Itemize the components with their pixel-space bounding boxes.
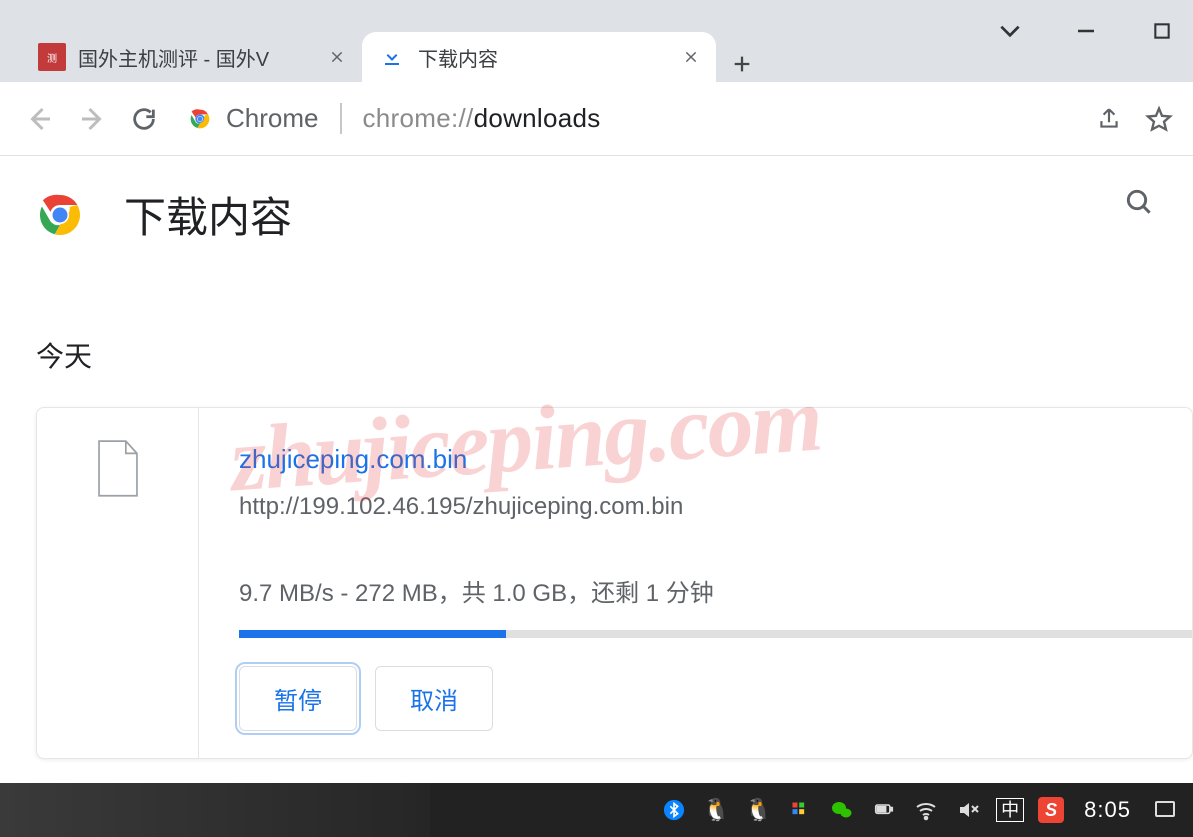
close-icon[interactable] bbox=[326, 46, 348, 68]
chip-label: Chrome bbox=[226, 103, 318, 134]
share-icon[interactable] bbox=[1095, 105, 1123, 133]
cancel-button[interactable]: 取消 bbox=[375, 666, 493, 731]
date-group-label: 今天 bbox=[36, 335, 1193, 375]
reload-button[interactable] bbox=[124, 99, 164, 139]
wifi-icon[interactable] bbox=[912, 796, 940, 824]
sogou-ime-icon[interactable]: S bbox=[1038, 797, 1064, 823]
back-button[interactable] bbox=[20, 99, 60, 139]
window-controls bbox=[997, 18, 1175, 44]
system-tray: 🐧 🐧 中 S 8:05 bbox=[660, 796, 1179, 824]
volume-mute-icon[interactable] bbox=[954, 796, 982, 824]
ime-indicator[interactable]: 中 bbox=[996, 798, 1024, 822]
qq-icon[interactable]: 🐧 bbox=[744, 796, 772, 824]
address-bar[interactable]: Chrome chrome://downloads bbox=[186, 103, 1069, 134]
qq-icon[interactable]: 🐧 bbox=[702, 796, 730, 824]
downloads-page: zhujiceping.com 下载内容 今天 zhujiceping.com.… bbox=[0, 156, 1193, 783]
download-source-url: http://199.102.46.195/zhujiceping.com.bi… bbox=[239, 493, 1192, 521]
close-icon[interactable] bbox=[680, 46, 702, 68]
taskbar-left-area bbox=[0, 783, 430, 837]
download-actions: 暂停 取消 bbox=[239, 666, 1192, 731]
new-tab-button[interactable] bbox=[726, 48, 758, 80]
battery-icon[interactable] bbox=[870, 796, 898, 824]
tab-title: 国外主机测评 - 国外V bbox=[78, 43, 326, 72]
bluetooth-icon[interactable] bbox=[660, 796, 688, 824]
download-icon-column bbox=[37, 408, 199, 758]
file-icon bbox=[95, 440, 141, 498]
browser-toolbar: Chrome chrome://downloads bbox=[0, 82, 1193, 156]
download-item-card: zhujiceping.com.bin http://199.102.46.19… bbox=[36, 407, 1193, 759]
tab-title: 下载内容 bbox=[418, 43, 680, 72]
star-icon[interactable] bbox=[1145, 105, 1173, 133]
browser-tab-inactive[interactable]: 测 国外主机测评 - 国外V bbox=[22, 32, 362, 82]
chrome-logo-icon bbox=[36, 191, 84, 239]
taskbar-clock[interactable]: 8:05 bbox=[1084, 797, 1131, 823]
wechat-icon[interactable] bbox=[828, 796, 856, 824]
browser-titlebar: 测 国外主机测评 - 国外V 下载内容 bbox=[0, 0, 1193, 82]
notifications-icon[interactable] bbox=[1151, 796, 1179, 824]
download-status-text: 9.7 MB/s - 272 MB，共 1.0 GB，还剩 1 分钟 bbox=[239, 573, 1192, 608]
download-icon bbox=[378, 43, 406, 71]
browser-tab-active[interactable]: 下载内容 bbox=[362, 32, 716, 82]
window-minimize-button[interactable] bbox=[1073, 18, 1099, 44]
windows-taskbar: 🐧 🐧 中 S 8:05 bbox=[0, 783, 1193, 837]
window-maximize-button[interactable] bbox=[1149, 18, 1175, 44]
pause-button[interactable]: 暂停 bbox=[239, 666, 357, 731]
download-progress-bar bbox=[239, 630, 1192, 638]
chrome-icon bbox=[186, 105, 214, 133]
page-title: 下载内容 bbox=[124, 184, 292, 245]
favicon-site-icon: 测 bbox=[38, 43, 66, 71]
toolbar-actions bbox=[1095, 105, 1173, 133]
url-text: chrome://downloads bbox=[362, 103, 600, 134]
url-chip: Chrome bbox=[186, 103, 342, 134]
app-tray-icon[interactable] bbox=[786, 796, 814, 824]
forward-button[interactable] bbox=[72, 99, 112, 139]
page-header: 下载内容 bbox=[36, 184, 1193, 245]
download-details: zhujiceping.com.bin http://199.102.46.19… bbox=[199, 408, 1192, 758]
search-icon[interactable] bbox=[1121, 184, 1157, 220]
tab-strip: 测 国外主机测评 - 国外V 下载内容 bbox=[0, 0, 758, 82]
download-progress-fill bbox=[239, 630, 506, 638]
chevron-down-icon[interactable] bbox=[997, 18, 1023, 44]
download-filename-link[interactable]: zhujiceping.com.bin bbox=[239, 444, 1192, 475]
